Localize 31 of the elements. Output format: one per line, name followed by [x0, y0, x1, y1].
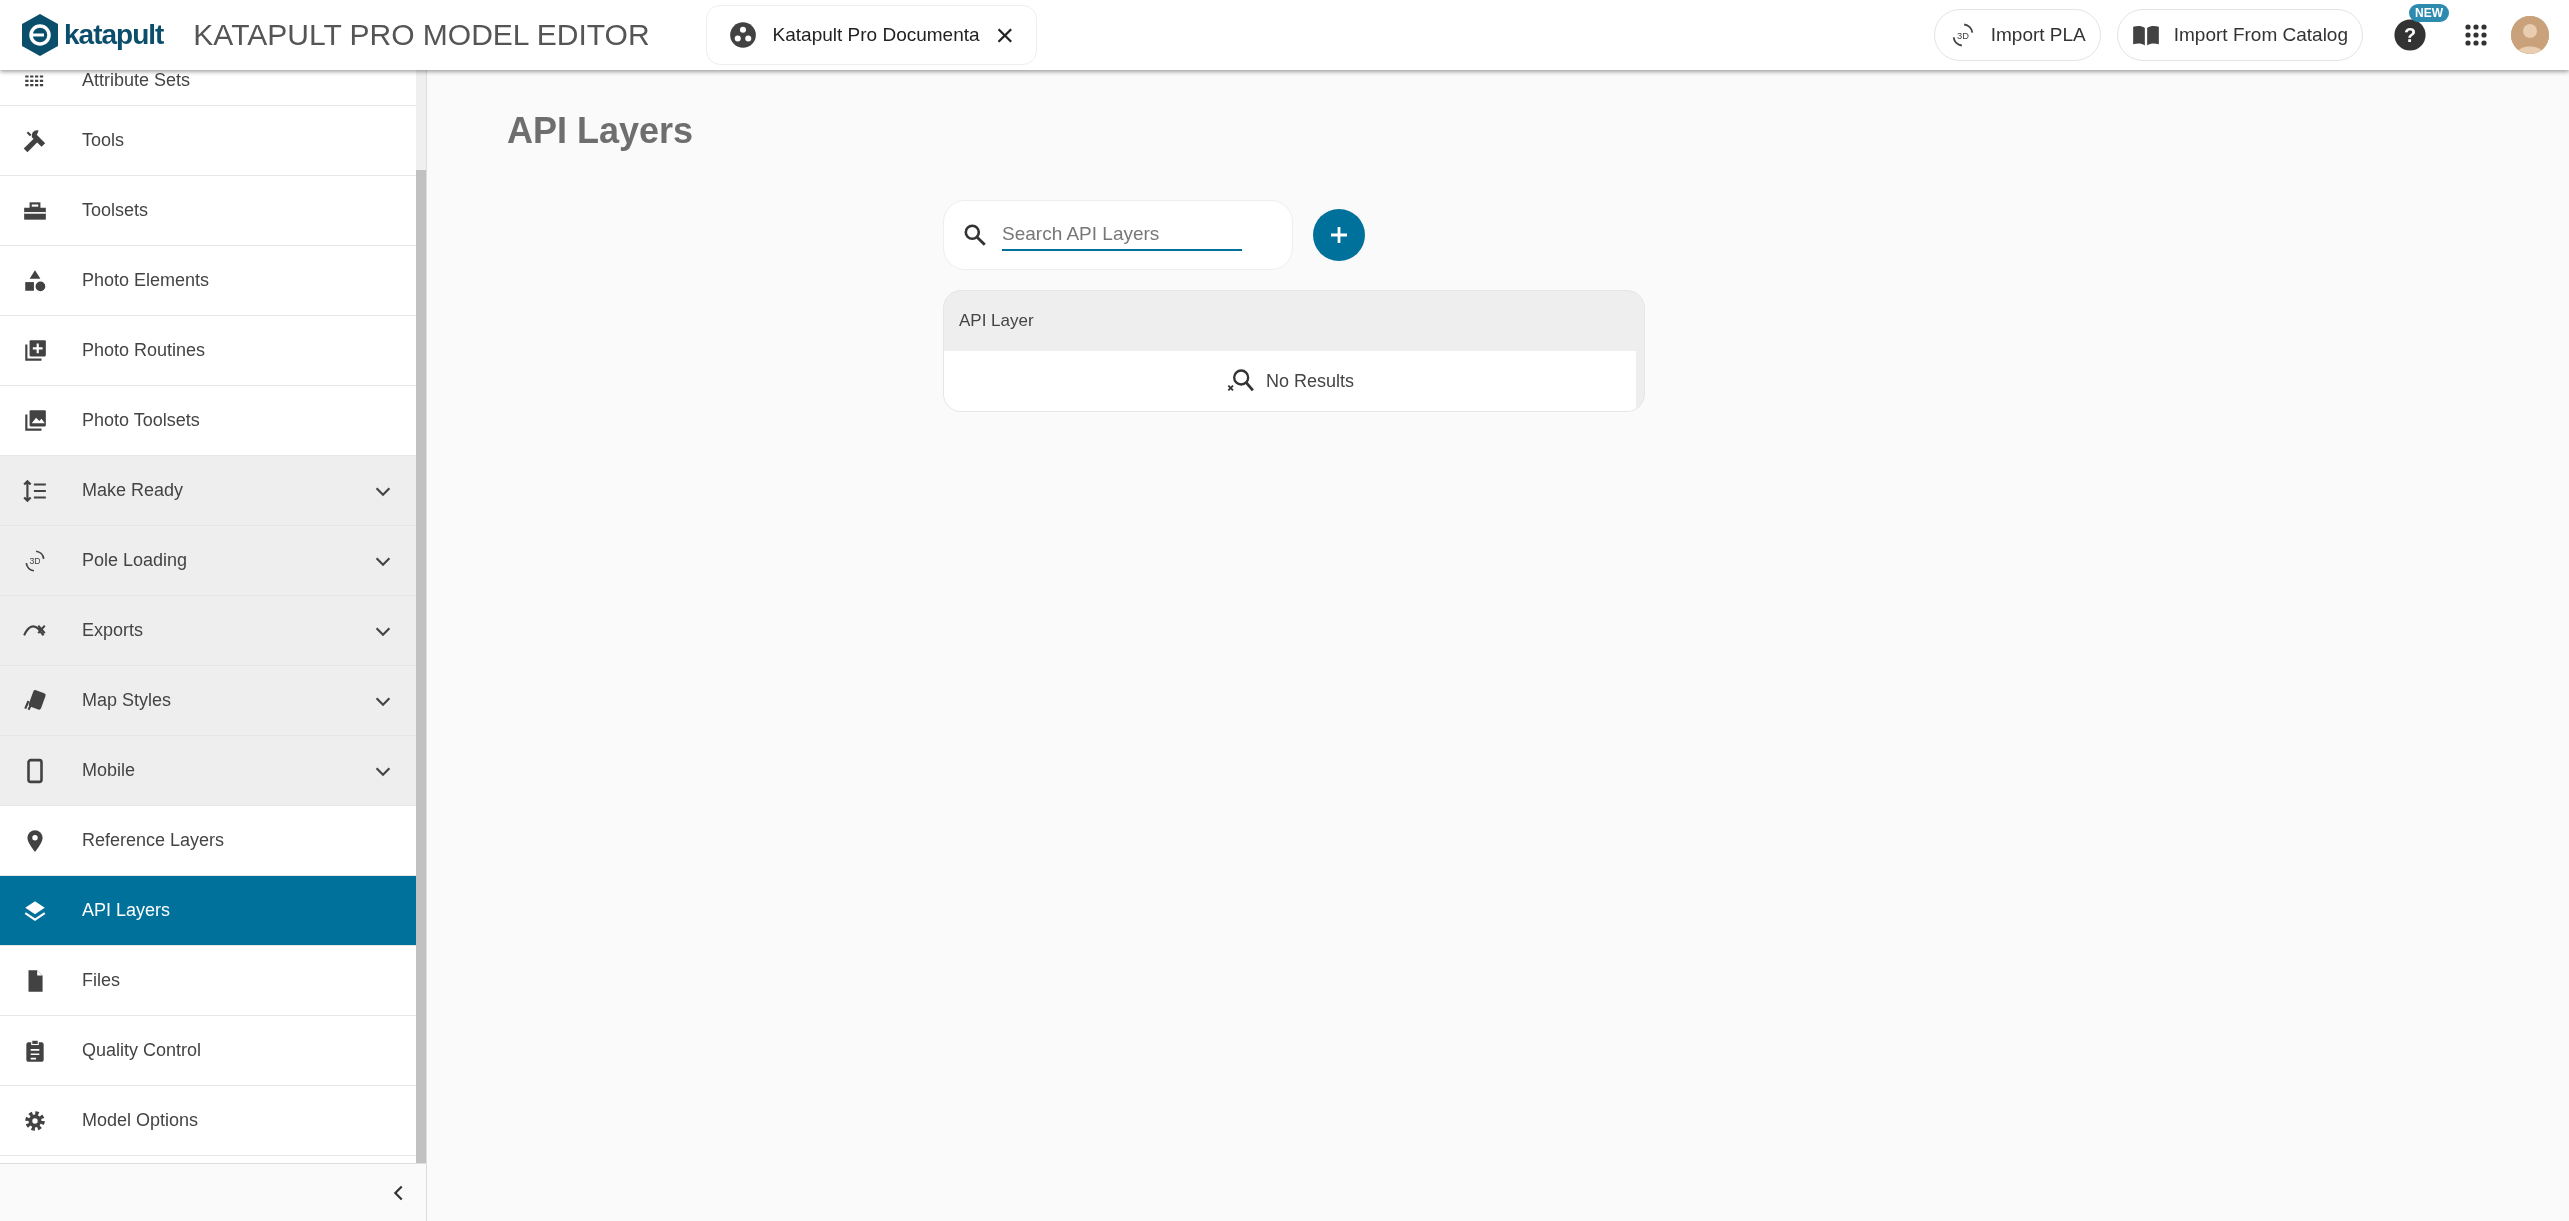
sidebar-item[interactable]: API Layers [0, 876, 416, 946]
sidebar-item[interactable]: Exports [0, 596, 416, 666]
import-pla-button[interactable]: 3D Import PLA [1933, 9, 2101, 61]
add-button[interactable] [1313, 209, 1365, 261]
line-height-icon [22, 477, 48, 504]
add-library-icon [22, 337, 48, 364]
search-field[interactable]: Search API Layers [943, 200, 1293, 270]
sidebar-item[interactable]: 3D Pole Loading [0, 526, 416, 596]
app-title: KATAPULT PRO MODEL EDITOR [193, 18, 650, 52]
sidebar-item[interactable]: Attribute Sets [0, 70, 416, 106]
sidebar-item[interactable]: Make Ready [0, 456, 416, 526]
page-title: API Layers [507, 110, 695, 152]
dots-circle-icon [728, 21, 757, 49]
sidebar-item[interactable]: Mobile [0, 736, 416, 806]
close-button[interactable]: × [995, 19, 1015, 51]
logo-text: katapult [64, 19, 164, 51]
tools-icon [22, 127, 48, 154]
empty-message: No Results [1266, 370, 1354, 392]
import-catalog-button[interactable]: Import From Catalog [2116, 9, 2363, 61]
document-title: Katapult Pro Documenta [772, 24, 980, 46]
apps-grid-icon[interactable] [2465, 24, 2487, 46]
new-badge: NEW [2409, 4, 2449, 22]
photo-library-icon [22, 407, 48, 434]
document-chip[interactable]: Katapult Pro Documenta × [705, 5, 1038, 65]
help-button[interactable]: ? [2393, 18, 2427, 52]
search-icon [962, 222, 988, 248]
column-header: API Layer [958, 310, 1035, 332]
logo-icon [20, 13, 60, 57]
search-input[interactable]: Search API Layers [1002, 219, 1242, 251]
scrollbar[interactable] [416, 170, 426, 1163]
sidebar-item[interactable]: Map Styles [0, 666, 416, 736]
